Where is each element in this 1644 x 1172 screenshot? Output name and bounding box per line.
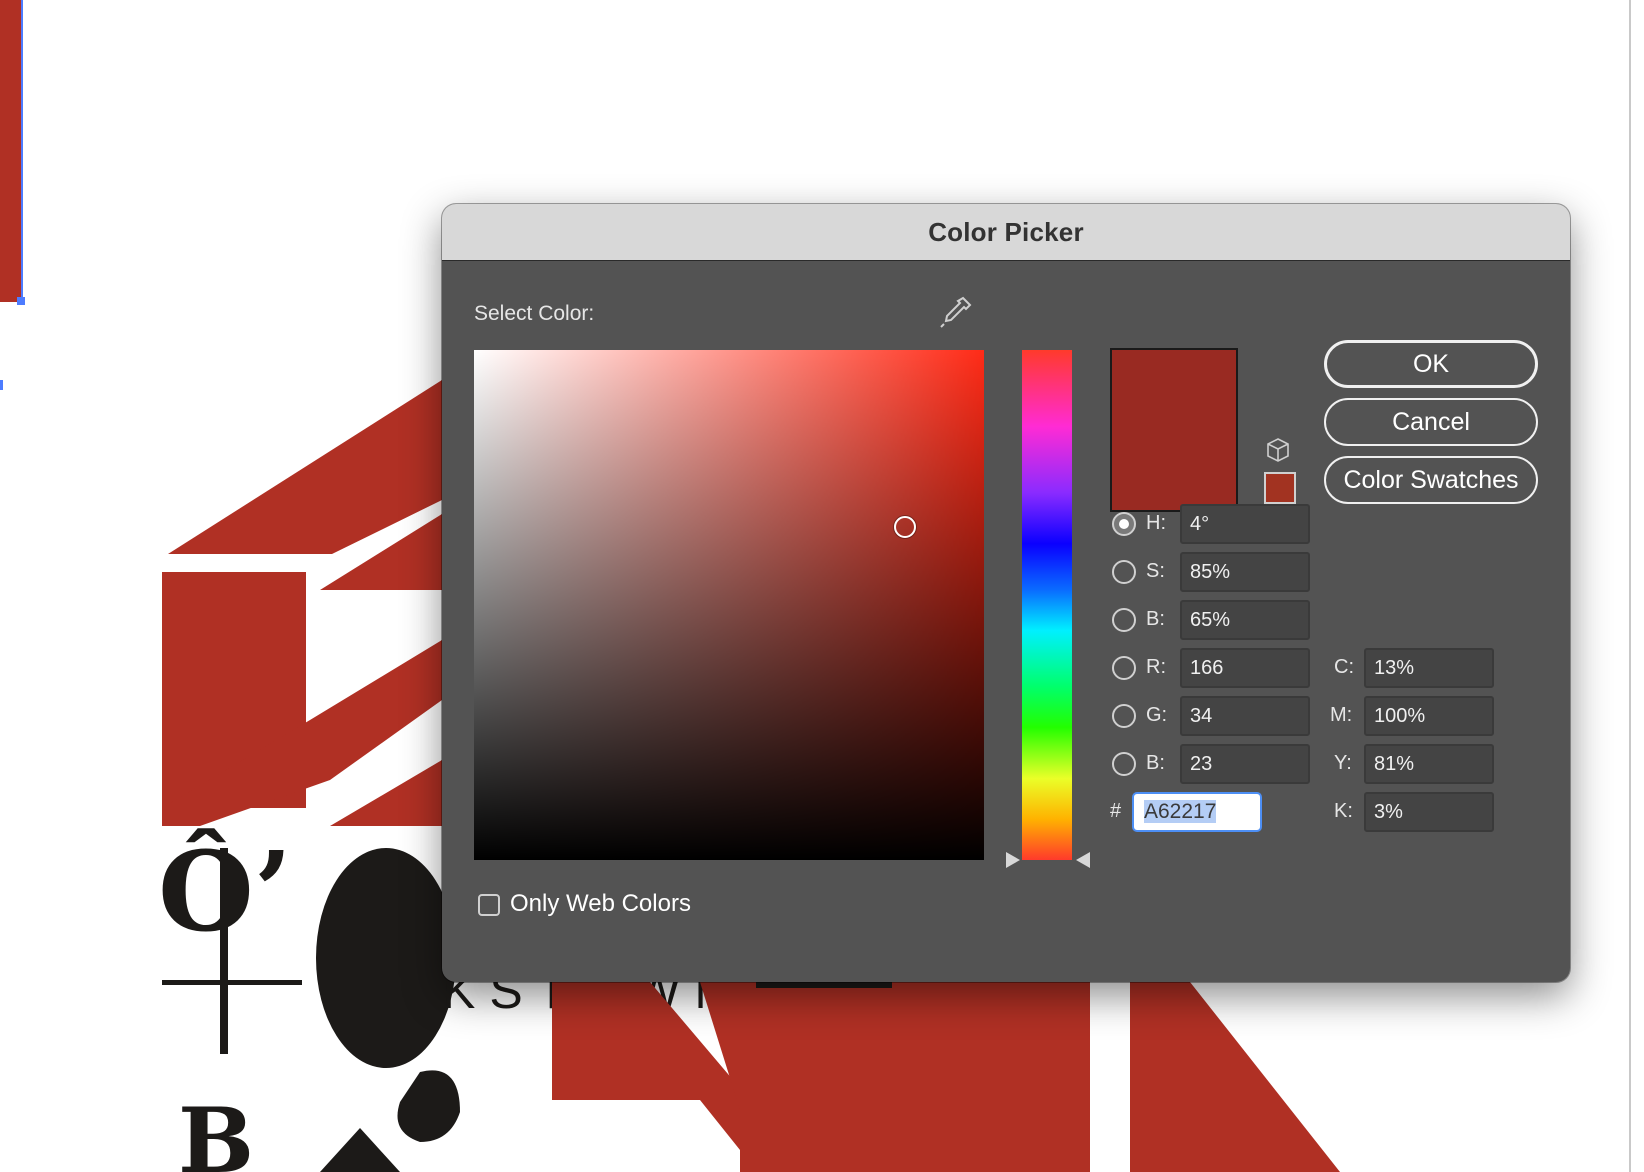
only-web-colors-checkbox[interactable] xyxy=(478,894,500,916)
logo-letter-b: B xyxy=(178,1088,254,1172)
logo-diagonal-2 xyxy=(330,760,442,826)
blue-field[interactable]: 23 xyxy=(1180,744,1310,784)
selection-marker xyxy=(0,380,3,390)
logo-comma-glyph xyxy=(397,1070,460,1142)
cyan-field[interactable]: 13% xyxy=(1364,648,1494,688)
radio-red[interactable] xyxy=(1112,656,1136,680)
brightness-field[interactable]: 65% xyxy=(1180,600,1310,640)
only-web-colors-label[interactable]: Only Web Colors xyxy=(510,890,691,918)
magenta-label: M: xyxy=(1330,704,1353,726)
saturation-label: S: xyxy=(1146,560,1165,582)
black-label: K: xyxy=(1334,800,1353,822)
hue-field[interactable]: 4° xyxy=(1180,504,1310,544)
hue-slider[interactable] xyxy=(1022,350,1072,860)
web-safe-color-swatch[interactable] xyxy=(1264,472,1296,504)
hue-slider-handle-left[interactable] xyxy=(1006,852,1020,868)
logo-roof-top xyxy=(168,380,442,554)
select-color-label: Select Color: xyxy=(474,302,595,325)
hex-label: # xyxy=(1110,800,1122,822)
radio-hue[interactable] xyxy=(1112,512,1136,536)
red-field[interactable]: 166 xyxy=(1180,648,1310,688)
logo-lower-shape-3 xyxy=(1130,982,1340,1172)
blue-label: B: xyxy=(1146,752,1165,774)
logo-underline xyxy=(756,982,892,988)
dialog-titlebar[interactable]: Color Picker xyxy=(442,204,1570,261)
ok-button[interactable]: OK xyxy=(1324,340,1538,388)
logo-glyph-bowl xyxy=(316,848,456,1068)
radio-blue[interactable] xyxy=(1112,752,1136,776)
radio-green[interactable] xyxy=(1112,704,1136,728)
brightness-label: B: xyxy=(1146,608,1165,630)
color-swatches-button[interactable]: Color Swatches xyxy=(1324,456,1538,504)
logo-lower-shape-2 xyxy=(700,982,1090,1172)
left-red-strip xyxy=(0,0,22,302)
eyedropper-icon[interactable] xyxy=(936,292,976,332)
new-color-preview xyxy=(1110,348,1238,512)
logo-vertical-rule xyxy=(220,848,228,1054)
yellow-field[interactable]: 81% xyxy=(1364,744,1494,784)
hex-value: A62217 xyxy=(1144,800,1217,823)
logo-horizontal-rule xyxy=(162,980,302,985)
hue-slider-handle-right[interactable] xyxy=(1076,852,1090,868)
color-marker[interactable] xyxy=(894,516,916,538)
saturation-field[interactable]: 85% xyxy=(1180,552,1310,592)
magenta-field[interactable]: 100% xyxy=(1364,696,1494,736)
green-field[interactable]: 34 xyxy=(1180,696,1310,736)
red-label: R: xyxy=(1146,656,1166,678)
color-picker-dialog: Color Picker Select Color: OK Cancel Col… xyxy=(442,204,1570,982)
radio-brightness[interactable] xyxy=(1112,608,1136,632)
green-label: G: xyxy=(1146,704,1168,726)
radio-saturation[interactable] xyxy=(1112,560,1136,584)
hue-label: H: xyxy=(1146,512,1166,534)
logo-triangle-glyph xyxy=(320,1128,400,1172)
cyan-label: C: xyxy=(1334,656,1354,678)
yellow-label: Y: xyxy=(1334,752,1352,774)
cancel-button[interactable]: Cancel xyxy=(1324,398,1538,446)
artboard-edge xyxy=(1629,0,1631,1172)
web-safe-cube-icon[interactable] xyxy=(1264,436,1292,464)
dialog-title: Color Picker xyxy=(928,216,1084,247)
black-field[interactable]: 3% xyxy=(1364,792,1494,832)
hex-field[interactable]: A62217 xyxy=(1132,792,1262,832)
saturation-brightness-field[interactable] xyxy=(474,350,984,860)
selection-handle[interactable] xyxy=(17,297,25,305)
